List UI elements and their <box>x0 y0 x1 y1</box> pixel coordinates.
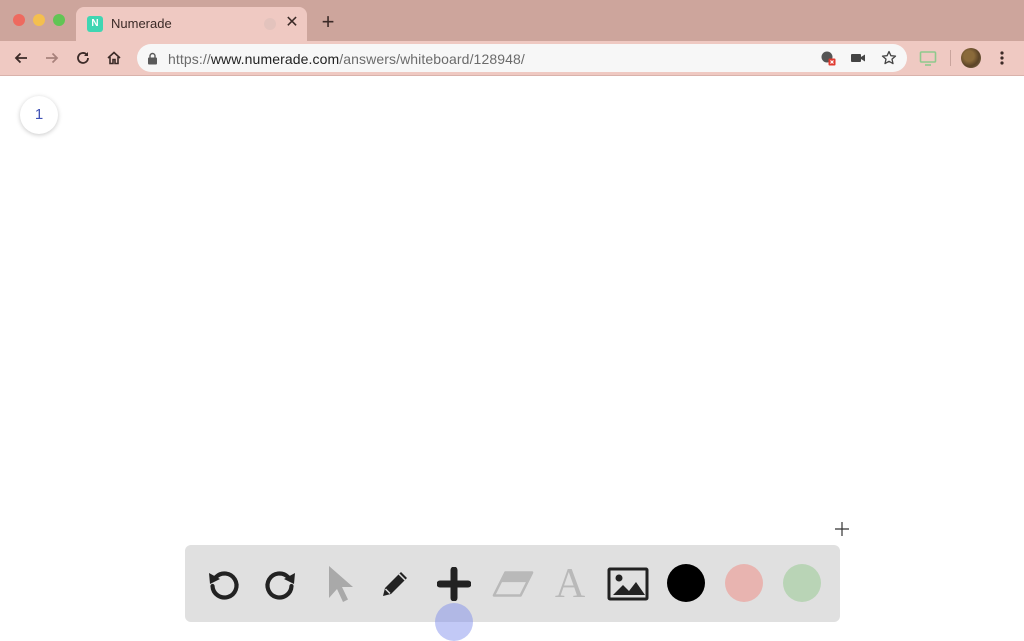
minimize-window-button[interactable] <box>33 14 45 26</box>
page-number-badge[interactable]: 1 <box>20 96 58 134</box>
kebab-menu-icon[interactable] <box>992 48 1012 68</box>
arrow-right-icon[interactable] <box>42 48 62 68</box>
reload-icon[interactable] <box>73 48 93 68</box>
tab-close-icon[interactable]: ✕ <box>283 14 301 32</box>
text-tool-label: A <box>554 561 586 607</box>
color-swatch-red[interactable] <box>725 564 763 602</box>
url-path: /answers/whiteboard/128948/ <box>339 51 525 67</box>
browser-toolbar: https://www.numerade.com/answers/whitebo… <box>0 41 1024 76</box>
tab-strip: N Numerade ✕ + <box>0 0 1024 41</box>
crosshair-cursor-icon <box>834 521 850 537</box>
lock-icon[interactable] <box>147 52 158 70</box>
new-tab-button[interactable]: + <box>318 11 338 33</box>
toolbar-separator <box>950 50 951 66</box>
pencil-icon[interactable] <box>374 563 416 605</box>
undo-icon[interactable] <box>202 563 244 605</box>
color-swatch-green[interactable] <box>783 564 821 602</box>
video-camera-icon[interactable] <box>849 49 867 67</box>
arrow-left-icon[interactable] <box>11 48 31 68</box>
star-icon[interactable] <box>880 49 898 67</box>
url-text[interactable]: https://www.numerade.com/answers/whitebo… <box>168 51 525 67</box>
cast-icon[interactable] <box>918 48 938 68</box>
pointer-icon[interactable] <box>317 563 359 605</box>
close-window-button[interactable] <box>13 14 25 26</box>
text-icon[interactable]: A <box>549 563 591 605</box>
click-indicator <box>435 603 473 641</box>
address-bar[interactable]: https://www.numerade.com/answers/whitebo… <box>137 44 907 72</box>
url-scheme: https:// <box>168 51 211 67</box>
redo-icon[interactable] <box>260 563 302 605</box>
image-icon[interactable] <box>607 563 649 605</box>
eraser-icon[interactable] <box>492 563 534 605</box>
location-blocked-icon[interactable] <box>819 49 837 67</box>
color-swatch-black[interactable] <box>667 564 705 602</box>
zoom-window-button[interactable] <box>53 14 65 26</box>
tab-indicator-icon <box>264 18 276 30</box>
whiteboard-toolbar: A <box>185 545 840 622</box>
plus-icon[interactable] <box>433 563 475 605</box>
browser-tab[interactable]: N Numerade ✕ <box>76 7 307 41</box>
numerade-favicon-icon: N <box>87 16 103 32</box>
url-host: www.numerade.com <box>210 51 340 67</box>
profile-avatar[interactable] <box>961 48 981 68</box>
home-icon[interactable] <box>104 48 124 68</box>
tab-title: Numerade <box>111 16 172 31</box>
